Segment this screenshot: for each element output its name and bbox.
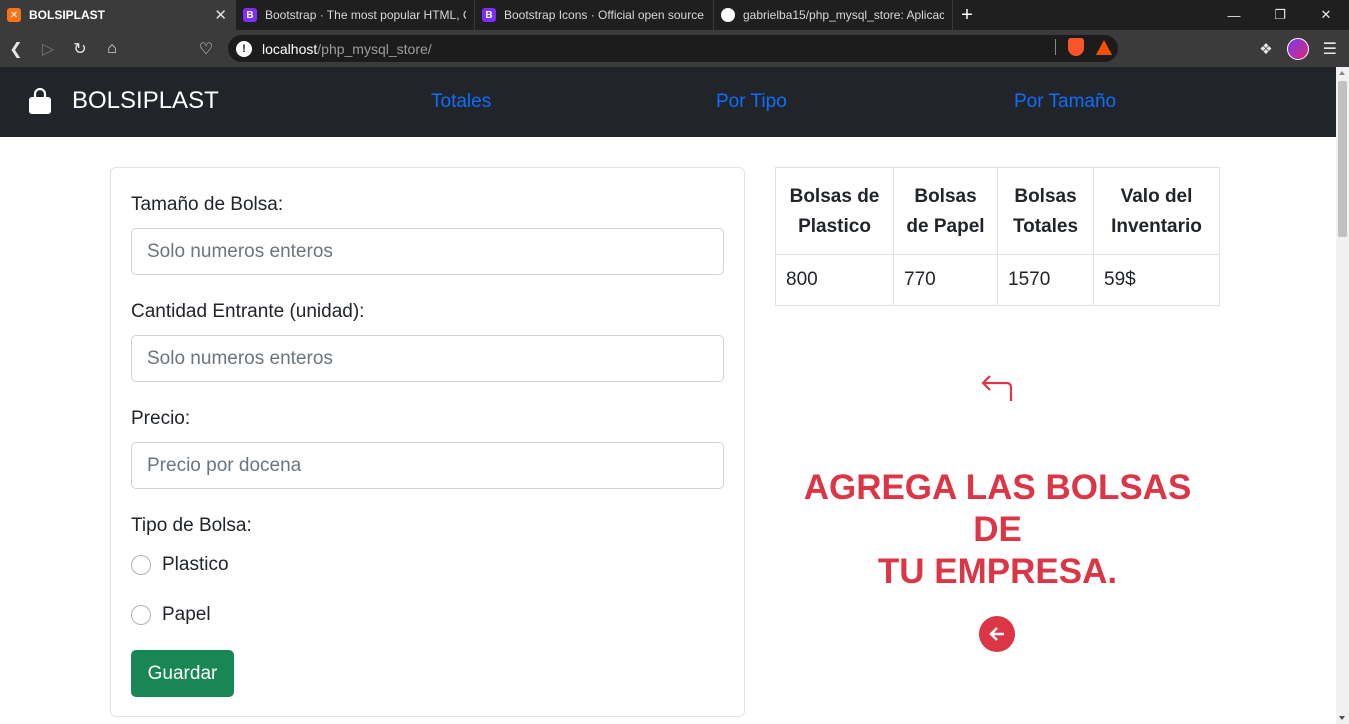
close-tab-icon[interactable]: ✕ xyxy=(214,6,227,24)
cell-total: 1570 xyxy=(997,254,1094,306)
quantity-label: Cantidad Entrante (unidad): xyxy=(131,301,365,322)
cell-paper: 770 xyxy=(893,254,998,306)
minimize-icon[interactable]: — xyxy=(1211,0,1257,30)
header-line: Totales xyxy=(1012,216,1079,237)
profile-avatar[interactable] xyxy=(1286,37,1309,60)
browser-tab-bootstrap[interactable]: B Bootstrap · The most popular HTML, C xyxy=(236,0,475,30)
header-total: Bolsas Totales xyxy=(997,167,1094,255)
cell-value: 59$ xyxy=(1093,254,1220,306)
quantity-input[interactable] xyxy=(131,335,724,382)
forward-icon[interactable]: ▷ xyxy=(32,34,64,64)
scroll-down-icon[interactable] xyxy=(1339,716,1345,720)
header-line: Bolsas xyxy=(789,186,852,207)
radio-plastico[interactable]: Plastico xyxy=(131,554,229,576)
back-icon[interactable]: ❮ xyxy=(0,34,32,64)
brave-shields-icon[interactable] xyxy=(1068,38,1084,56)
url-host: localhost xyxy=(262,40,318,57)
promo-line-1: AGREGA LAS BOLSAS DE xyxy=(803,468,1192,549)
save-button[interactable]: Guardar xyxy=(131,650,234,697)
bookmark-icon[interactable]: ♡ xyxy=(190,34,222,64)
size-input[interactable] xyxy=(131,228,724,275)
radio-label: Papel xyxy=(162,604,211,625)
browser-tab-bolsiplast[interactable]: ✕ BOLSIPLAST ✕ xyxy=(0,0,236,30)
size-label: Tamaño de Bolsa: xyxy=(131,194,284,215)
url-path: /php_mysql_store/ xyxy=(317,40,432,57)
header-line: Inventario xyxy=(1111,216,1202,237)
nav-link-totales[interactable]: Totales xyxy=(431,91,491,113)
header-line: Bolsas xyxy=(914,186,977,207)
restore-icon[interactable]: ❐ xyxy=(1257,0,1303,30)
new-tab-icon[interactable]: + xyxy=(953,0,981,30)
radio-papel[interactable]: Papel xyxy=(131,604,211,626)
price-input[interactable] xyxy=(131,442,724,489)
header-line: de xyxy=(857,186,880,207)
radio-button[interactable] xyxy=(131,555,151,575)
menu-icon[interactable]: ☰ xyxy=(1323,39,1337,59)
tab-title: Bootstrap Icons · Official open source xyxy=(504,8,704,22)
arrow-left-circle-icon xyxy=(979,616,1015,652)
header-line: de Papel xyxy=(906,216,985,237)
cell-plastic: 800 xyxy=(775,254,894,306)
url-bar[interactable]: ! localhost/php_mysql_store/ xyxy=(228,35,1118,62)
promo-line-2: TU EMPRESA. xyxy=(877,552,1118,591)
close-window-icon[interactable]: ✕ xyxy=(1303,0,1349,30)
site-navbar: BOLSIPLAST Totales Por Tipo Por Tamaño xyxy=(0,67,1336,137)
tab-title: gabrielba15/php_mysql_store: Aplicac xyxy=(743,8,944,22)
arrow-return-left-icon xyxy=(981,375,1013,401)
header-line: Plastico xyxy=(798,216,871,237)
nav-link-por-tamano[interactable]: Por Tamaño xyxy=(1014,91,1116,113)
add-bags-form: Tamaño de Bolsa: Cantidad Entrante (unid… xyxy=(110,167,745,717)
reload-icon[interactable]: ↻ xyxy=(64,34,96,64)
tab-title: Bootstrap · The most popular HTML, C xyxy=(265,8,466,22)
bag-icon xyxy=(29,88,51,114)
github-icon xyxy=(721,8,735,22)
scrollbar-thumb[interactable] xyxy=(1338,81,1347,237)
browser-toolbar: ❮ ▷ ↻ ⌂ ♡ ! localhost/php_mysql_store/ ❖… xyxy=(0,30,1349,67)
page-scrollbar[interactable] xyxy=(1336,67,1349,724)
xampp-icon: ✕ xyxy=(7,8,21,22)
brand[interactable]: BOLSIPLAST xyxy=(28,87,219,115)
home-icon[interactable]: ⌂ xyxy=(96,34,128,64)
browser-tabstrip: ✕ BOLSIPLAST ✕ B Bootstrap · The most po… xyxy=(0,0,1349,30)
price-label: Precio: xyxy=(131,408,191,429)
inventory-table: Bolsas de Plastico Bolsas de Papel Bolsas T… xyxy=(775,167,1220,306)
header-plastic: Bolsas de Plastico xyxy=(775,167,894,255)
browser-tab-github[interactable]: gabrielba15/php_mysql_store: Aplicac xyxy=(714,0,953,30)
bootstrap-icon: B xyxy=(482,8,496,22)
header-inventory-value: Valo del Inventario xyxy=(1093,167,1220,255)
header-line: Valo del xyxy=(1120,186,1193,207)
page-content: BOLSIPLAST Totales Por Tipo Por Tamaño T… xyxy=(0,67,1336,724)
promo-headline: AGREGA LAS BOLSAS DE TU EMPRESA. xyxy=(775,467,1220,593)
nav-link-por-tipo[interactable]: Por Tipo xyxy=(716,91,787,113)
header-line: Bolsas xyxy=(1014,186,1077,207)
table-row: 800 770 1570 59$ xyxy=(775,254,1220,306)
radio-label: Plastico xyxy=(162,554,229,575)
table-header-row: Bolsas de Plastico Bolsas de Papel Bolsas T… xyxy=(775,167,1220,255)
type-label: Tipo de Bolsa: xyxy=(131,515,252,536)
divider xyxy=(1055,39,1056,55)
scroll-up-icon[interactable] xyxy=(1339,71,1345,75)
radio-button[interactable] xyxy=(131,605,151,625)
browser-tab-bootstrap-icons[interactable]: B Bootstrap Icons · Official open source xyxy=(475,0,714,30)
tab-title: BOLSIPLAST xyxy=(29,8,106,22)
brand-name: BOLSIPLAST xyxy=(72,87,219,114)
header-paper: Bolsas de Papel xyxy=(893,167,998,255)
extensions-icon[interactable]: ❖ xyxy=(1259,40,1272,58)
brave-rewards-icon[interactable] xyxy=(1096,39,1112,55)
info-icon[interactable]: ! xyxy=(236,40,252,57)
bootstrap-icon: B xyxy=(243,8,257,22)
